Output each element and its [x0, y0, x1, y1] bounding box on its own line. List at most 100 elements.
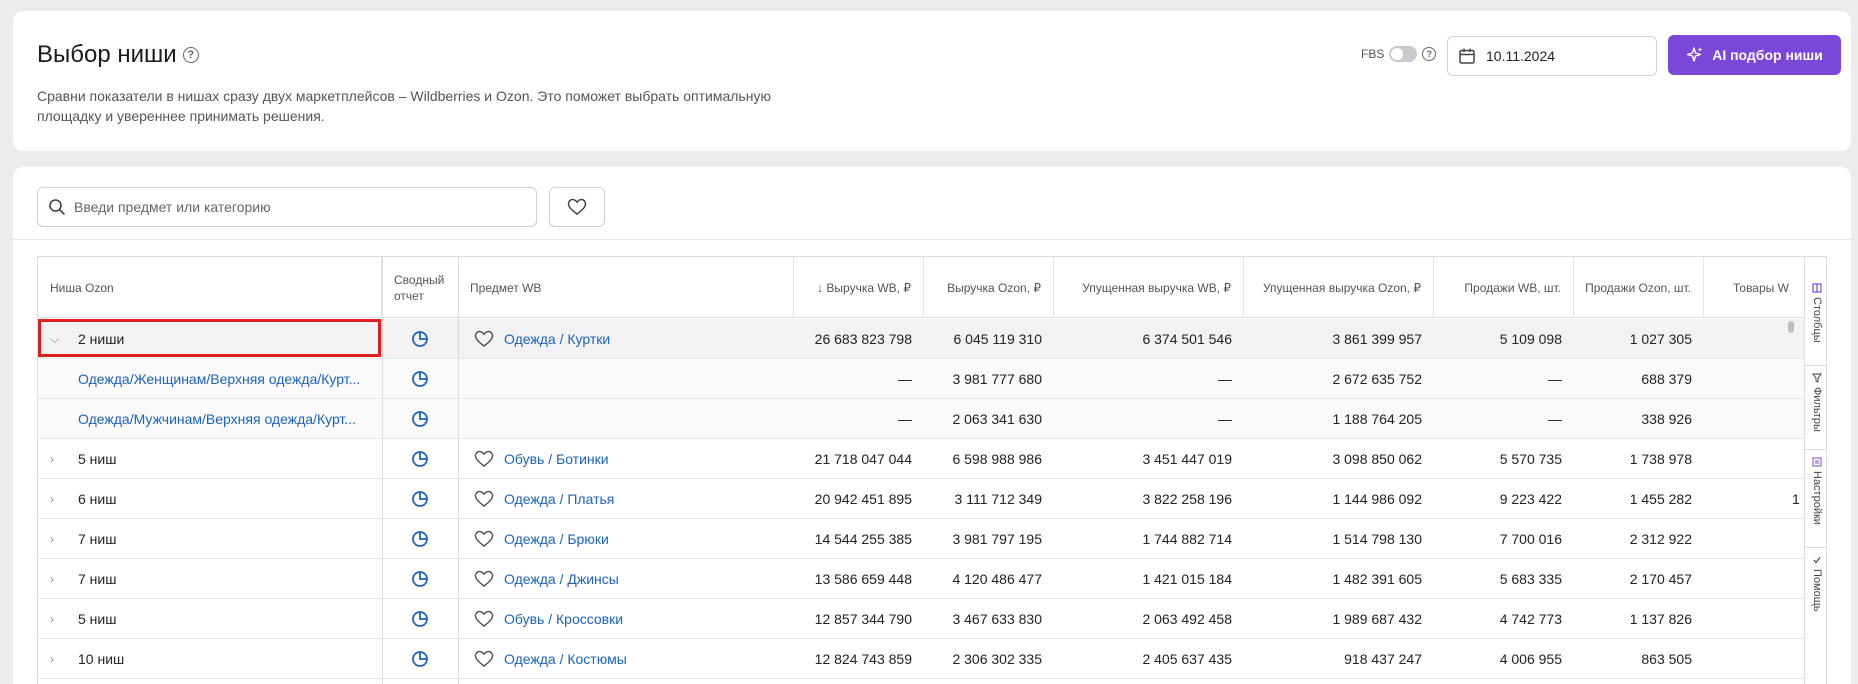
search-input[interactable] — [74, 199, 514, 215]
heart-icon[interactable] — [474, 530, 494, 548]
search-box[interactable] — [37, 187, 537, 227]
col-header-lost-wb[interactable]: Упущенная выручка WB, ₽ — [1054, 257, 1244, 318]
filter-icon — [1812, 373, 1822, 383]
subtitle-line-1: Сравни показатели в нишах сразу двух мар… — [37, 88, 771, 104]
col-header-sales-ozon[interactable]: Продажи Ozon, шт. — [1574, 257, 1704, 318]
cell-lost-wb: — — [1218, 371, 1232, 387]
niche-cell[interactable]: › 5 ниш — [38, 599, 382, 639]
pie-chart-icon[interactable] — [411, 450, 429, 468]
col-header-subject[interactable]: Предмет WB — [458, 257, 794, 318]
pie-chart-icon[interactable] — [411, 610, 429, 628]
cell-sales-ozon: 1 455 282 — [1629, 491, 1692, 507]
niche-table: Ниша Ozon Сводный отчет Предмет WB ↓ Выр… — [37, 256, 1827, 684]
heart-icon[interactable] — [474, 650, 494, 668]
scrollbar[interactable] — [1786, 319, 1796, 679]
heart-icon[interactable] — [474, 450, 494, 468]
table-row[interactable]: › 5 ниш Обувь / Ботинки 21 718 047 044 6 598… — [38, 439, 1826, 479]
heart-icon[interactable] — [474, 610, 494, 628]
niche-subcategory-link[interactable]: Одежда/Мужчинам/Верхняя одежда/Курт... — [38, 399, 382, 439]
pie-chart-icon[interactable] — [411, 330, 429, 348]
niche-path-link[interactable]: Одежда/Мужчинам/Верхняя одежда/Курт... — [78, 411, 356, 427]
side-tab-columns[interactable]: Столбцы — [1805, 283, 1826, 343]
col-header-goods[interactable]: Товары W — [1704, 257, 1804, 318]
col-header-report[interactable]: Сводный отчет — [382, 257, 458, 318]
scroll-thumb[interactable] — [1788, 321, 1794, 333]
subject-link[interactable]: Обувь / Кроссовки — [504, 611, 623, 627]
table-row[interactable]: › 5 ниш Обувь / Кроссовки 12 857 344 790 3 4… — [38, 599, 1826, 639]
fbs-toggle[interactable] — [1389, 46, 1418, 62]
heart-icon[interactable] — [474, 490, 494, 508]
pie-chart-icon[interactable] — [411, 410, 429, 428]
col-header-lost-ozon[interactable]: Упущенная выручка Ozon, ₽ — [1244, 257, 1434, 318]
subject-link[interactable]: Одежда / Платья — [504, 491, 614, 507]
niche-cell[interactable]: › 5 ниш — [38, 439, 382, 479]
niche-cell[interactable]: › 6 ниш — [38, 479, 382, 519]
subject-link[interactable]: Одежда / Брюки — [504, 531, 609, 547]
table-row[interactable]: ⌵ 2 ниши Одежда / Куртки 26 683 823 798 6 04… — [38, 319, 1826, 359]
cell-sales-wb: 5 683 335 — [1499, 571, 1562, 587]
heart-icon[interactable] — [474, 330, 494, 348]
date-picker[interactable]: 10.11.2024 — [1447, 36, 1657, 76]
subject-link[interactable]: Одежда / Джинсы — [504, 571, 619, 587]
pie-chart-icon[interactable] — [411, 650, 429, 668]
heart-icon[interactable] — [474, 570, 494, 588]
col-header-rev-ozon[interactable]: Выручка Ozon, ₽ — [924, 257, 1054, 318]
table-row[interactable]: › 7 ниш Одежда / Джинсы 13 586 659 448 4 120… — [38, 559, 1826, 599]
pie-chart-icon[interactable] — [411, 370, 429, 388]
side-tab-help[interactable]: Помощь — [1805, 555, 1826, 612]
report-cell — [382, 319, 458, 359]
pie-chart-icon[interactable] — [411, 570, 429, 588]
fbs-help-icon[interactable]: ? — [1422, 47, 1437, 61]
subject-link[interactable]: Одежда / Куртки — [504, 331, 610, 347]
chevron-right-icon[interactable]: › — [50, 452, 68, 466]
col-header-sales-wb[interactable]: Продажи WB, шт. — [1434, 257, 1574, 318]
cell-lost-ozon: 1 482 391 605 — [1332, 571, 1422, 587]
cell-lost-wb: 3 822 258 196 — [1142, 491, 1232, 507]
cell-sales-ozon: 1 738 978 — [1629, 451, 1692, 467]
niche-count: 6 ниш — [78, 491, 117, 507]
pie-chart-icon[interactable] — [411, 530, 429, 548]
subject-cell: Обувь / Кроссовки — [458, 599, 794, 639]
col-header-niche[interactable]: Ниша Ozon — [38, 257, 382, 318]
subject-link[interactable]: Обувь / Ботинки — [504, 451, 609, 467]
chevron-right-icon[interactable]: › — [50, 612, 68, 626]
chevron-right-icon[interactable]: › — [50, 532, 68, 546]
side-tab-settings[interactable]: Настройки — [1805, 457, 1826, 525]
side-tab-filters[interactable]: Фильтры — [1805, 373, 1826, 432]
page-title-text: Выбор ниши — [37, 41, 177, 68]
calendar-icon — [1459, 48, 1475, 64]
table-row[interactable]: › 6 ниш Одежда / Платья 20 942 451 895 3 111… — [38, 479, 1826, 519]
niche-cell[interactable]: › 7 ниш — [38, 559, 382, 599]
check-icon — [1813, 557, 1821, 564]
niche-path-link[interactable]: Одежда/Женщинам/Верхняя одежда/Курт... — [78, 371, 360, 387]
col-lost-ozon-label: Упущенная выручка Ozon, ₽ — [1262, 280, 1421, 295]
col-header-rev-wb[interactable]: ↓ Выручка WB, ₽ — [794, 257, 924, 318]
favorites-button[interactable] — [549, 187, 605, 227]
side-panel: Столбцы Фильтры Настройки Помощь — [1804, 257, 1826, 684]
side-tab-settings-label: Настройки — [1811, 471, 1823, 525]
search-icon — [49, 199, 65, 215]
report-cell — [382, 359, 458, 399]
subtitle-line-2: площадку и увереннее принимать решения. — [37, 108, 325, 124]
ai-niche-button[interactable]: AI подбор ниши — [1668, 35, 1841, 75]
table-row[interactable]: › 7 ниш Одежда / Брюки 14 544 255 385 3 981 … — [38, 519, 1826, 559]
cell-sales-wb: 5 570 735 — [1499, 451, 1562, 467]
chevron-right-icon[interactable]: › — [50, 572, 68, 586]
subject-cell: Одежда / Брюки — [458, 519, 794, 559]
help-icon[interactable]: ? — [182, 47, 199, 63]
cell-lost-ozon: 1 514 798 130 — [1332, 531, 1422, 547]
niche-cell[interactable]: › 10 ниш — [38, 639, 382, 679]
niche-cell[interactable]: › 7 ниш — [38, 519, 382, 559]
pie-chart-icon[interactable] — [411, 490, 429, 508]
cell-rev-wb: 12 857 344 790 — [814, 611, 912, 627]
niche-subcategory-link[interactable]: Одежда/Женщинам/Верхняя одежда/Курт... — [38, 359, 382, 399]
table-row[interactable]: Одежда/Женщинам/Верхняя одежда/Курт... — 3… — [38, 359, 1826, 399]
chevron-right-icon[interactable]: › — [50, 492, 68, 506]
table-row[interactable]: Одежда/Мужчинам/Верхняя одежда/Курт... — 2… — [38, 399, 1826, 439]
subject-link[interactable]: Одежда / Костюмы — [504, 651, 627, 667]
divider — [13, 239, 1851, 240]
table-row[interactable]: › 10 ниш Одежда / Костюмы 12 824 743 859 2 3… — [38, 639, 1826, 679]
chevron-right-icon[interactable]: › — [50, 652, 68, 666]
niche-count: 10 ниш — [78, 651, 125, 667]
cell-rev-wb: 26 683 823 798 — [814, 331, 912, 347]
